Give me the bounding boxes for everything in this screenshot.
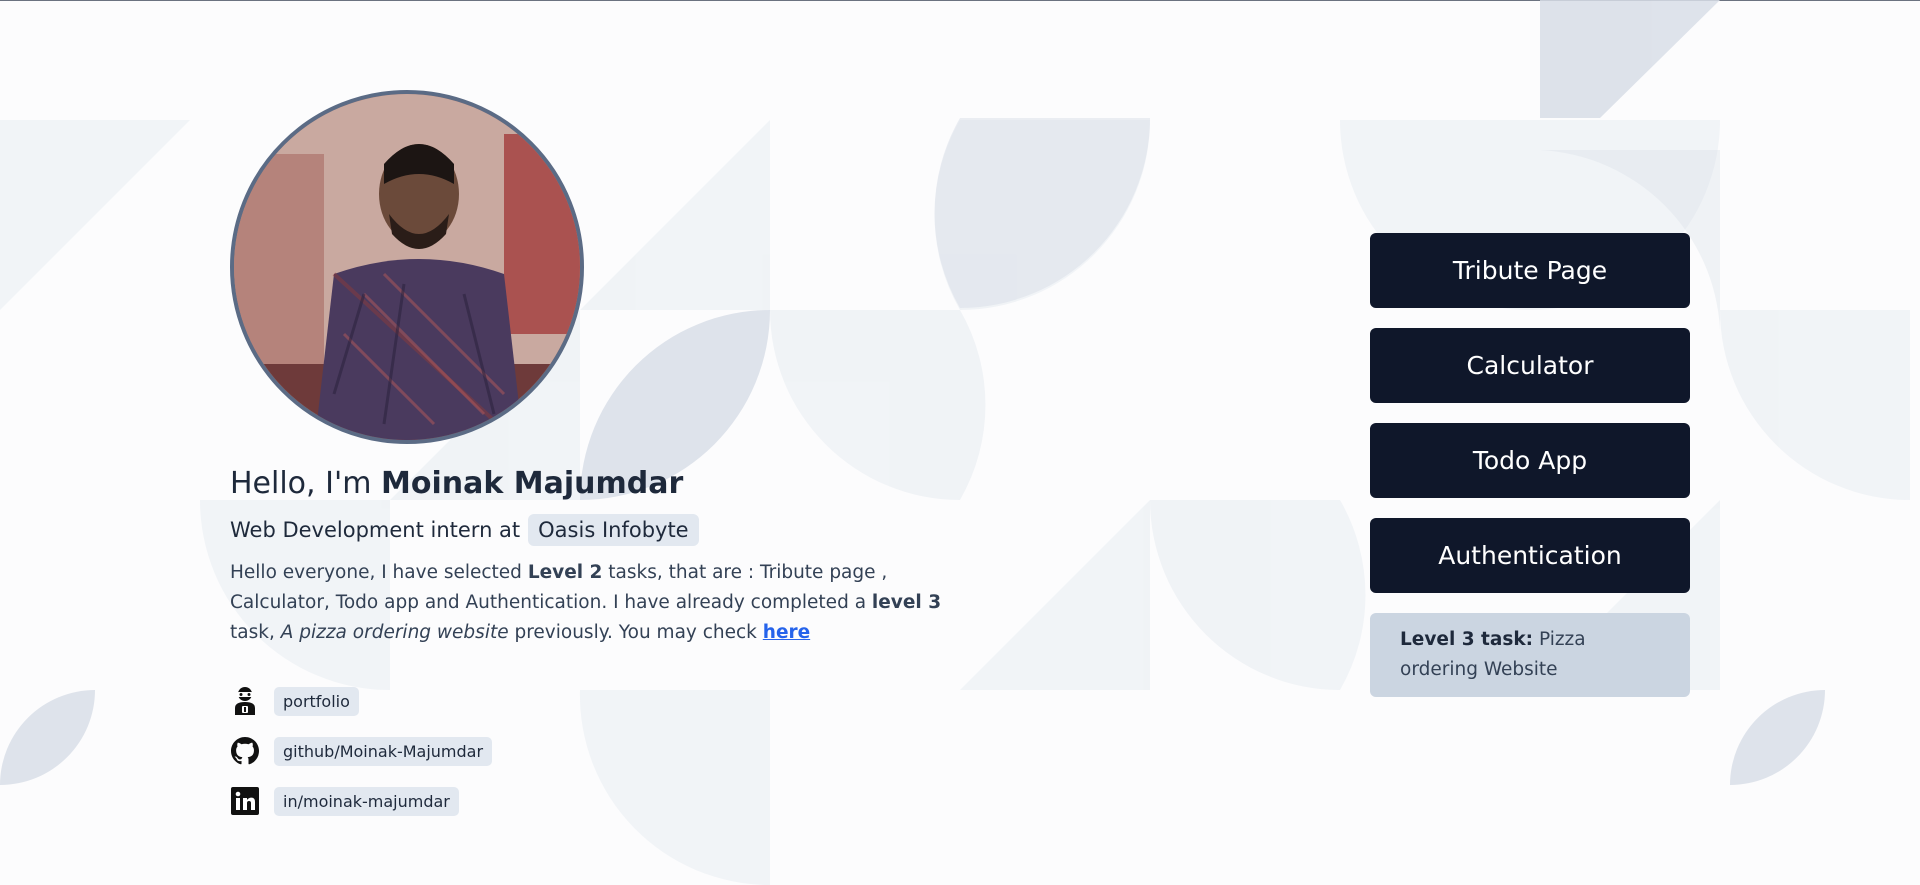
link-portfolio[interactable]: portfolio	[230, 686, 950, 716]
link-label[interactable]: in/moinak-majumdar	[274, 786, 459, 816]
link-linkedin[interactable]: in/moinak-majumdar	[230, 786, 950, 816]
greeting-prefix: Hello, I'm	[230, 466, 372, 501]
note-bold: Level 3 task:	[1400, 629, 1534, 650]
company-chip: Oasis Infobyte	[528, 514, 699, 546]
desc-text-4: previously. You may check	[508, 622, 763, 643]
greeting-heading: Hello, I'm Moinak Majumdar	[230, 466, 950, 502]
authentication-button[interactable]: Authentication	[1370, 518, 1690, 593]
github-icon	[230, 736, 260, 766]
level3-note[interactable]: Level 3 task: Pizza ordering Website	[1370, 613, 1690, 697]
role-prefix: Web Development intern at	[230, 518, 521, 542]
desc-text-3: task,	[230, 622, 281, 643]
robot-icon	[230, 686, 260, 716]
tasks-panel: Tribute Page Calculator Todo App Authent…	[1370, 233, 1690, 697]
user-name: Moinak Majumdar	[380, 466, 684, 501]
desc-italic-pizza: A pizza ordering website	[280, 622, 509, 643]
desc-bold-level3: level 3	[871, 592, 942, 613]
here-link[interactable]: here	[763, 622, 810, 643]
desc-bold-level2: Level 2	[527, 562, 603, 583]
role-line: Web Development intern at Oasis Infobyte	[230, 514, 950, 546]
desc-text-1: Hello everyone, I have selected	[230, 562, 528, 583]
calculator-button[interactable]: Calculator	[1370, 328, 1690, 403]
profile-section: Hello, I'm Moinak Majumdar Web Developme…	[230, 90, 950, 816]
social-links: portfolio github/Moinak-Majumdar in/moin…	[230, 686, 950, 816]
profile-photo-image	[234, 94, 580, 440]
link-label[interactable]: github/Moinak-Majumdar	[274, 736, 493, 766]
link-github[interactable]: github/Moinak-Majumdar	[230, 736, 950, 766]
link-label[interactable]: portfolio	[274, 686, 359, 716]
linkedin-icon	[230, 786, 260, 816]
todo-app-button[interactable]: Todo App	[1370, 423, 1690, 498]
description: Hello everyone, I have selected Level 2 …	[230, 558, 950, 648]
avatar	[230, 90, 584, 444]
tribute-page-button[interactable]: Tribute Page	[1370, 233, 1690, 308]
